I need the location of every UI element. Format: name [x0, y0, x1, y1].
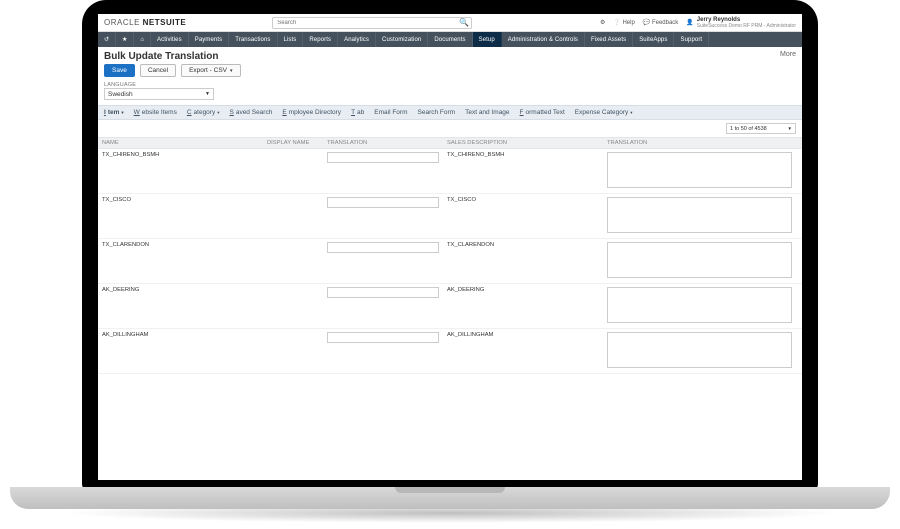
subtab-saved-search[interactable]: Saved Search [229, 109, 272, 116]
nav-setup[interactable]: Setup [473, 32, 502, 47]
subtab-employee-directory[interactable]: Employee Directory [282, 109, 341, 116]
search-icon[interactable]: 🔍 [459, 18, 469, 27]
table-row: AK_DILLINGHAM AK_DILLINGHAM [98, 329, 802, 374]
nav-lists[interactable]: Lists [278, 32, 304, 47]
export-csv-button[interactable]: Export - CSV▾ [181, 64, 240, 77]
subtab-category[interactable]: Category▾ [187, 109, 220, 116]
col-sales-description[interactable]: SALES DESCRIPTION [443, 138, 603, 148]
subtab-search-form[interactable]: Search Form [418, 109, 456, 116]
col-translation-2[interactable]: TRANSLATION [603, 138, 802, 148]
nav-activities[interactable]: Activities [151, 32, 189, 47]
subtab-website-items[interactable]: Website Items [134, 109, 177, 116]
page-title: Bulk Update Translation [104, 51, 218, 62]
user-role: SuiteSuccess Demo RF PRM - Administrator [697, 23, 796, 29]
cell-sales: TX_CLARENDON [443, 239, 603, 251]
cell-name: TX_CHIRENO_BSMH [98, 149, 263, 161]
chevron-down-icon: ▼ [205, 91, 210, 97]
nav-analytics[interactable]: Analytics [338, 32, 376, 47]
nav-fixed-assets[interactable]: Fixed Assets [585, 32, 633, 47]
col-display-name[interactable]: DISPLAY NAME [263, 138, 323, 148]
table-row: AK_DEERING AK_DEERING [98, 284, 802, 329]
language-select[interactable]: Swedish▼ [104, 88, 214, 100]
global-search-input[interactable] [272, 17, 472, 29]
chevron-down-icon: ▼ [788, 126, 792, 131]
nav-home-icon[interactable]: ⌂ [134, 32, 151, 47]
translation-input[interactable] [327, 197, 439, 208]
translation-textarea[interactable] [607, 242, 792, 278]
subtab-item[interactable]: Item▾ [104, 109, 124, 116]
translation-input[interactable] [327, 152, 439, 163]
nav-payments[interactable]: Payments [189, 32, 229, 47]
table-row: TX_CHIRENO_BSMH TX_CHIRENO_BSMH [98, 149, 802, 194]
nav-transactions[interactable]: Transactions [229, 32, 277, 47]
subtab-formatted-text[interactable]: Formatted Text [520, 109, 565, 116]
cell-name: AK_DEERING [98, 284, 263, 296]
cancel-button[interactable]: Cancel [140, 64, 176, 77]
chevron-down-icon: ▾ [230, 68, 233, 74]
col-translation-1[interactable]: TRANSLATION [323, 138, 443, 148]
user-icon: 👤 [686, 19, 693, 26]
col-name[interactable]: NAME [98, 138, 263, 148]
help-link[interactable]: ❔ Help [613, 19, 634, 26]
translation-textarea[interactable] [607, 152, 792, 188]
translation-textarea[interactable] [607, 332, 792, 368]
translation-textarea[interactable] [607, 287, 792, 323]
feedback-link[interactable]: 💬 Feedback [643, 19, 679, 26]
nav-reports[interactable]: Reports [303, 32, 338, 47]
nav-support[interactable]: Support [674, 32, 709, 47]
more-link[interactable]: More [780, 51, 796, 58]
nav-documents[interactable]: Documents [428, 32, 472, 47]
translation-input[interactable] [327, 287, 439, 298]
user-menu[interactable]: 👤 Jerry Reynolds SuiteSuccess Demo RF PR… [686, 17, 796, 29]
cell-name: TX_CLARENDON [98, 239, 263, 251]
page-range-select[interactable]: 1 to 50 of 4538▼ [726, 123, 796, 134]
nav-suiteapps[interactable]: SuiteApps [633, 32, 674, 47]
cell-sales: AK_DEERING [443, 284, 603, 296]
subtab-tab[interactable]: Tab [351, 109, 364, 116]
translation-textarea[interactable] [607, 197, 792, 233]
nav-history-icon[interactable]: ↺ [98, 32, 116, 47]
subtab-text-and-image[interactable]: Text and Image [465, 109, 509, 116]
brand-logo: ORACLE NETSUITE [104, 18, 186, 27]
main-nav: ↺ ★ ⌂ Activities Payments Transactions L… [98, 32, 802, 47]
cell-sales: TX_CISCO [443, 194, 603, 206]
translation-input[interactable] [327, 332, 439, 343]
nav-admin-controls[interactable]: Administration & Controls [502, 32, 585, 47]
translation-table: NAME DISPLAY NAME TRANSLATION SALES DESC… [98, 137, 802, 374]
nav-star-icon[interactable]: ★ [116, 32, 134, 47]
cell-sales: AK_DILLINGHAM [443, 329, 603, 341]
subtab-email-form[interactable]: Email Form [374, 109, 407, 116]
cell-name: TX_CISCO [98, 194, 263, 206]
cell-name: AK_DILLINGHAM [98, 329, 263, 341]
subtab-expense-category[interactable]: Expense Category▾ [575, 109, 633, 116]
subtab-bar: Item▾ Website Items Category▾ Saved Sear… [98, 105, 802, 120]
table-row: TX_CLARENDON TX_CLARENDON [98, 239, 802, 284]
save-button[interactable]: Save [104, 64, 135, 77]
translation-input[interactable] [327, 242, 439, 253]
nav-customization[interactable]: Customization [376, 32, 428, 47]
table-row: TX_CISCO TX_CISCO [98, 194, 802, 239]
shortcuts-icon[interactable]: ⚙ [600, 19, 605, 26]
cell-sales: TX_CHIRENO_BSMH [443, 149, 603, 161]
